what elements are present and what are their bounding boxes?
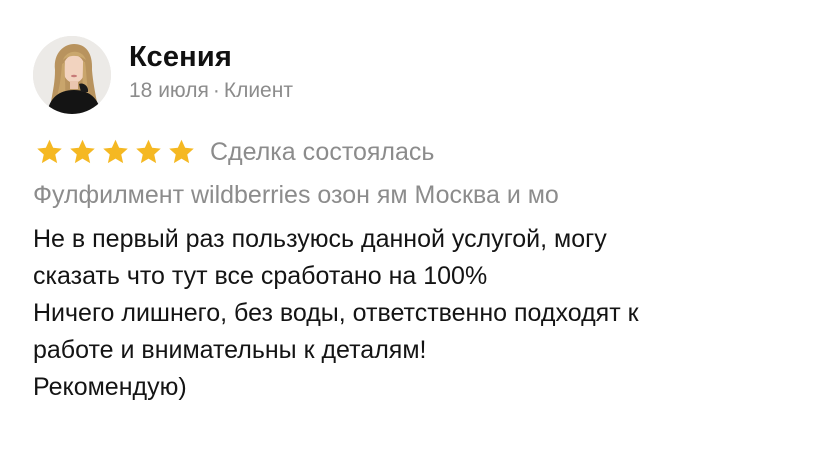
author-name[interactable]: Ксения bbox=[129, 39, 293, 75]
review-text-line: работе и внимательны к деталям! bbox=[33, 336, 427, 364]
author-role: Клиент bbox=[223, 79, 293, 102]
review-text-line: сказать что тут все сработано на 100% bbox=[33, 262, 488, 290]
service-name[interactable]: Фулфилмент wildberries озон ям Москва и … bbox=[33, 179, 813, 211]
meta-separator: · bbox=[212, 79, 220, 102]
avatar[interactable] bbox=[33, 36, 111, 114]
review-card: Ксения 18 июля · Клиент Сделка состоялась … bbox=[33, 30, 813, 406]
review-date: 18 июля bbox=[129, 79, 209, 102]
review-text-line: Не в первый раз пользуюсь данной услугой… bbox=[33, 225, 607, 253]
star-icon bbox=[136, 139, 161, 164]
review-header: Ксения 18 июля · Клиент bbox=[33, 30, 813, 120]
star-icon bbox=[37, 139, 62, 164]
author-block: Ксения 18 июля · Клиент bbox=[129, 39, 293, 105]
star-icon bbox=[70, 139, 95, 164]
star-icon bbox=[169, 139, 194, 164]
star-icon bbox=[103, 139, 128, 164]
review-text: Не в первый раз пользуюсь данной услугой… bbox=[33, 221, 813, 406]
review-meta: 18 июля · Клиент bbox=[129, 77, 293, 105]
review-text-line: Ничего лишнего, без воды, ответственно п… bbox=[33, 299, 639, 327]
deal-status: Сделка состоялась bbox=[210, 138, 435, 166]
star-rating bbox=[33, 137, 198, 167]
rating-row: Сделка состоялась bbox=[33, 134, 813, 170]
avatar-photo bbox=[33, 36, 111, 114]
review-text-line: Рекомендую) bbox=[33, 373, 187, 401]
